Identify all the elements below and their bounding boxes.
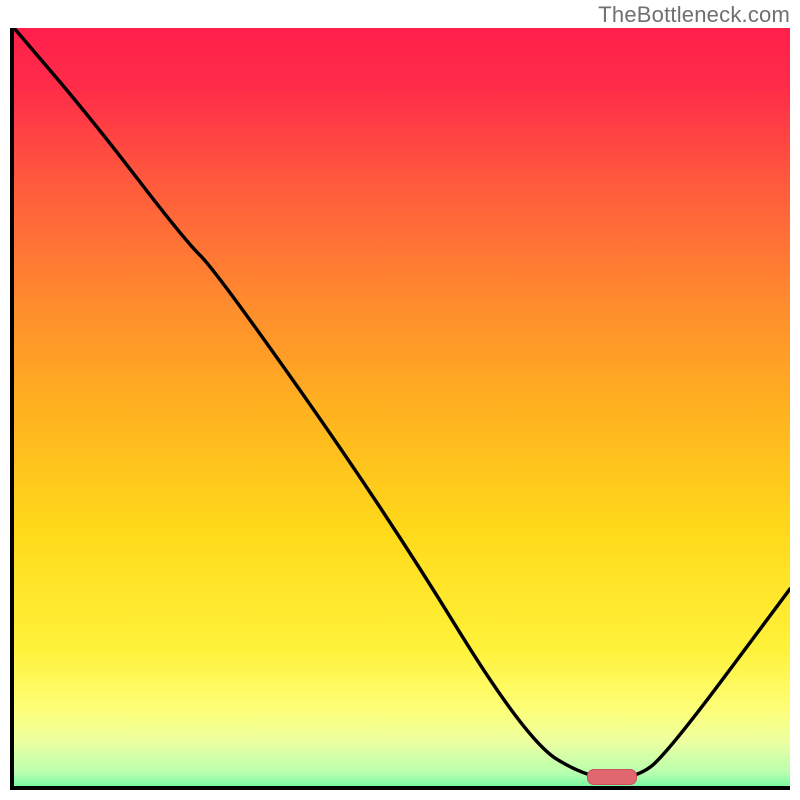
bottleneck-chart: TheBottleneck.com xyxy=(0,0,800,800)
bottleneck-curve xyxy=(14,28,790,786)
plot-area xyxy=(14,28,790,786)
watermark-text: TheBottleneck.com xyxy=(598,2,790,28)
optimal-marker xyxy=(587,769,637,785)
